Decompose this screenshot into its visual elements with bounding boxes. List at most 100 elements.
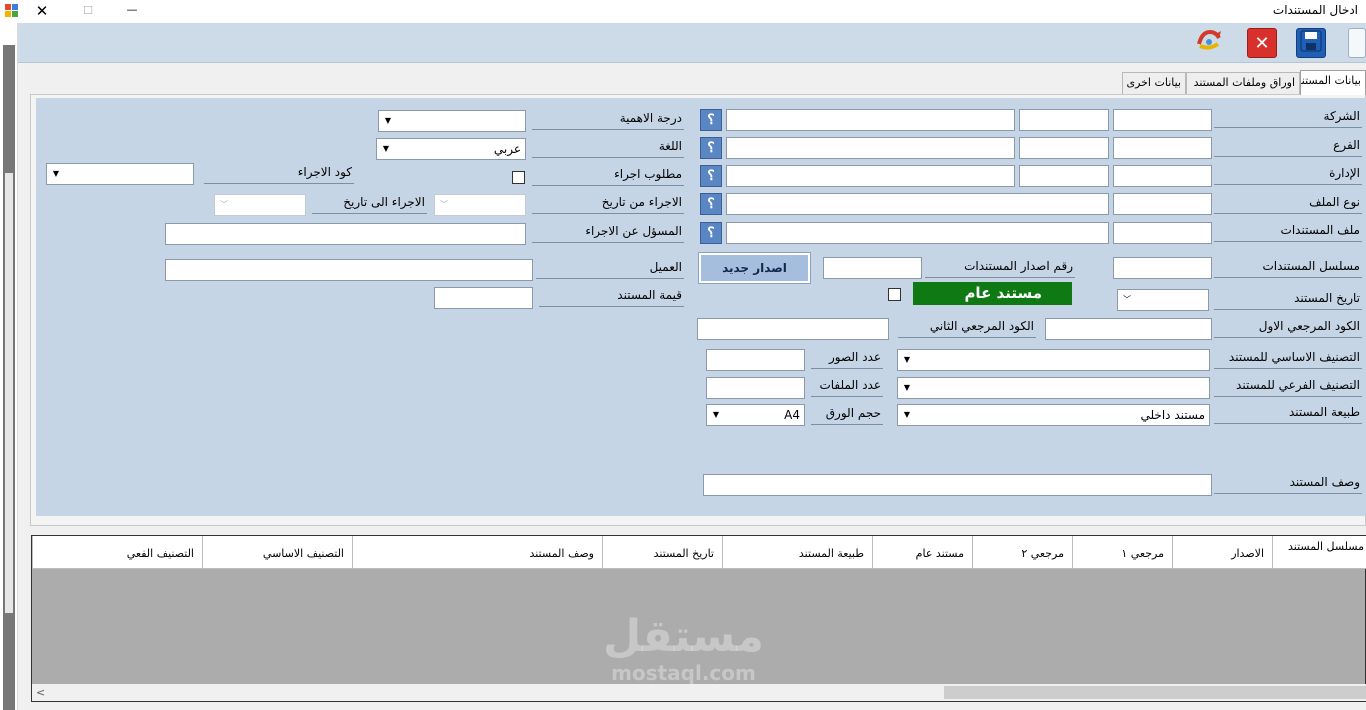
documents-file-lookup-button[interactable]: ؟	[700, 222, 722, 244]
department-extra-input[interactable]	[1019, 165, 1109, 187]
doc-serial-input[interactable]	[1113, 257, 1212, 279]
action-required-label: مطلوب اجراء	[532, 164, 684, 186]
scrollbar-thumb[interactable]	[944, 686, 1366, 699]
chevron-down-icon[interactable]: ﹀	[215, 195, 233, 215]
minimize-window-button[interactable]: —	[124, 1, 140, 21]
description-label: وصف المستند	[1214, 472, 1362, 494]
company-lookup-button[interactable]: ؟	[700, 109, 722, 131]
file-type-lookup-button[interactable]: ؟	[700, 193, 722, 215]
action-code-select[interactable]: ▼	[46, 163, 194, 185]
file-type-name-input[interactable]	[726, 193, 1109, 215]
company-label: الشركة	[1214, 106, 1362, 128]
lookup-icon: ؟	[707, 168, 715, 184]
doc-nature-select[interactable]: مستند داخلي ▼	[897, 404, 1210, 426]
lookup-icon: ؟	[707, 196, 715, 212]
doc-date-picker[interactable]: ﹀	[1117, 289, 1209, 311]
chevron-down-icon[interactable]: ▼	[377, 139, 395, 159]
branch-code-input[interactable]	[1113, 137, 1212, 159]
edge-bar-inner	[5, 173, 13, 613]
images-count-input[interactable]	[706, 349, 805, 371]
company-code-input[interactable]	[1113, 109, 1212, 131]
file-type-code-input[interactable]	[1113, 193, 1212, 215]
chevron-down-icon[interactable]: ▼	[898, 378, 916, 398]
importance-select[interactable]: ▼	[378, 110, 526, 132]
column-header[interactable]: الاصدار	[1172, 536, 1272, 569]
first-ref-label: الكود المرجعي الاول	[1214, 316, 1362, 338]
column-header[interactable]: مرجعي ١	[1072, 536, 1172, 569]
company-name-input[interactable]	[726, 109, 1015, 131]
column-header[interactable]: التصنيف الاساسي	[202, 536, 352, 569]
chevron-down-icon[interactable]: ▼	[47, 164, 65, 184]
horizontal-scrollbar[interactable]: <	[32, 684, 1366, 701]
doc-value-input[interactable]	[434, 287, 533, 309]
watermark-arabic: مستقل	[603, 611, 764, 662]
action-responsible-input[interactable]	[165, 223, 526, 245]
tab-other-data[interactable]: بيانات اخرى	[1122, 72, 1186, 94]
chevron-down-icon[interactable]: ﹀	[435, 195, 453, 215]
watermark: مستقل mostaql.com	[596, 611, 771, 685]
general-doc-checkbox[interactable]	[888, 288, 901, 301]
chevron-down-icon[interactable]: ▼	[707, 405, 725, 425]
sub-class-select[interactable]: ▼	[897, 377, 1210, 399]
watermark-latin: mostaql.com	[611, 661, 756, 685]
tab-document-files[interactable]: اوراق وملفات المستند	[1186, 72, 1300, 94]
doc-serial-label: مسلسل المستندات	[1214, 256, 1362, 278]
action-required-checkbox[interactable]	[512, 171, 525, 184]
documents-file-name-input[interactable]	[726, 222, 1109, 244]
action-code-label: كود الاجراء	[204, 162, 354, 184]
new-issue-button[interactable]: اصدار جديد	[698, 252, 811, 284]
importance-label: درجة الاهمية	[532, 108, 684, 130]
column-header[interactable]: طبيعة المستند	[722, 536, 872, 569]
company-extra-input[interactable]	[1019, 109, 1109, 131]
paper-size-select[interactable]: A4 ▼	[706, 404, 805, 426]
grid-header: مسلسل المستند الاصدار مرجعي ١ مرجعي ٢ مس…	[32, 536, 1366, 569]
column-header[interactable]: مسلسل المستند	[1272, 536, 1366, 569]
first-ref-input[interactable]	[1045, 318, 1212, 340]
refresh-icon	[1194, 26, 1224, 61]
chevron-down-icon[interactable]: ﹀	[1118, 290, 1136, 310]
column-header[interactable]: تاريخ المستند	[602, 536, 722, 569]
action-responsible-label: المسؤل عن الاجراء	[532, 221, 684, 243]
column-header[interactable]: مرجعي ٢	[972, 536, 1072, 569]
chevron-down-icon[interactable]: ▼	[379, 111, 397, 131]
close-window-button[interactable]: ✕	[32, 1, 52, 21]
chevron-down-icon[interactable]: ▼	[898, 405, 916, 425]
paper-size-label: حجم الورق	[811, 403, 883, 425]
branch-lookup-button[interactable]: ؟	[700, 137, 722, 159]
lookup-icon: ؟	[707, 112, 715, 128]
documents-file-code-input[interactable]	[1113, 222, 1212, 244]
files-count-input[interactable]	[706, 377, 805, 399]
column-header[interactable]: التصنيف الفعي	[32, 536, 202, 569]
department-label: الإدارة	[1214, 163, 1362, 185]
language-label: اللغة	[532, 136, 684, 158]
language-select[interactable]: عربي ▼	[376, 138, 526, 160]
cancel-button[interactable]: ✕	[1247, 28, 1277, 58]
description-input[interactable]	[703, 474, 1212, 496]
main-class-select[interactable]: ▼	[897, 349, 1210, 371]
client-input[interactable]	[165, 259, 533, 281]
action-to-date[interactable]: ﹀	[214, 194, 306, 216]
lookup-icon: ؟	[707, 140, 715, 156]
action-to-label: الاجراء الى تاريخ	[312, 192, 427, 214]
action-from-date[interactable]: ﹀	[434, 194, 526, 216]
department-lookup-button[interactable]: ؟	[700, 165, 722, 187]
save-button[interactable]	[1296, 28, 1326, 58]
column-header[interactable]: وصف المستند	[352, 536, 602, 569]
close-form-icon: ✕	[1254, 32, 1270, 54]
sub-class-label: التصنيف الفرعي للمستند	[1214, 375, 1362, 397]
department-code-input[interactable]	[1113, 165, 1212, 187]
department-name-input[interactable]	[726, 165, 1015, 187]
second-ref-input[interactable]	[697, 318, 889, 340]
maximize-window-button[interactable]: ☐	[80, 1, 96, 21]
issue-number-input[interactable]	[823, 257, 922, 279]
chevron-down-icon[interactable]: ▼	[898, 350, 916, 370]
lookup-icon: ؟	[707, 225, 715, 241]
column-header[interactable]: مستند عام	[872, 536, 972, 569]
refresh-button[interactable]	[1194, 28, 1224, 58]
scroll-left-icon[interactable]: <	[36, 684, 45, 701]
extra-toolbar-button[interactable]	[1348, 28, 1366, 58]
branch-extra-input[interactable]	[1019, 137, 1109, 159]
tab-document-data[interactable]: بيانات المستند	[1300, 70, 1366, 95]
branch-name-input[interactable]	[726, 137, 1015, 159]
toolbar: ✕	[18, 23, 1366, 63]
